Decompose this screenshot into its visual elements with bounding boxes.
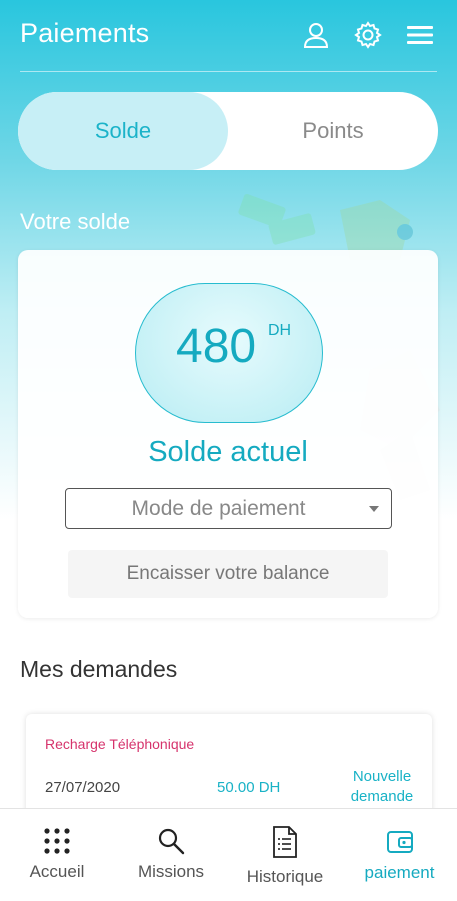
balance-label: Solde actuel: [148, 436, 308, 468]
header-divider: [20, 71, 437, 72]
grid-icon: [44, 828, 70, 854]
balance-currency: DH: [268, 322, 292, 339]
request-amount: 50.00 DH: [217, 779, 281, 796]
payment-mode-select[interactable]: Mode de paiement: [65, 488, 392, 529]
nav-item-historique[interactable]: Historique: [228, 809, 342, 901]
document-icon: [273, 826, 297, 858]
nav-item-paiement[interactable]: paiement: [342, 809, 457, 901]
nav-item-missions[interactable]: Missions: [114, 809, 228, 901]
search-icon: [158, 828, 185, 855]
nav-label-historique: Historique: [246, 867, 324, 886]
tab-points[interactable]: Points: [228, 92, 438, 170]
balance-section-title: Votre solde: [20, 209, 131, 234]
tab-solde[interactable]: Solde: [18, 92, 228, 170]
payment-mode-placeholder: Mode de paiement: [131, 497, 306, 520]
balance-card: 480 DH Solde actuel Mode de paiement Enc…: [18, 250, 438, 618]
request-status: Nouvelle demande: [336, 767, 428, 807]
nav-label-accueil: Accueil: [29, 862, 85, 881]
request-type: Recharge Téléphonique: [45, 736, 195, 752]
top-app-bar: Paiements: [0, 0, 457, 72]
wallet-icon: [387, 831, 413, 853]
gear-icon[interactable]: [353, 20, 383, 50]
bottom-navigation: Accueil Missions Historique paiement: [0, 808, 457, 901]
balance-amount: 480: [176, 320, 257, 373]
nav-label-paiement: paiement: [364, 863, 435, 882]
balance-circle: 480 DH: [135, 283, 323, 423]
nav-item-accueil[interactable]: Accueil: [0, 809, 114, 901]
user-icon[interactable]: [301, 20, 331, 50]
menu-icon[interactable]: [405, 20, 435, 50]
requests-section-title: Mes demandes: [20, 656, 178, 682]
request-status-line2: demande: [350, 788, 414, 805]
page-title: Paiements: [20, 18, 150, 48]
request-date: 27/07/2020: [45, 779, 121, 796]
dropdown-arrow-icon: [369, 506, 379, 512]
cash-out-button[interactable]: Encaisser votre balance: [68, 550, 388, 598]
balance-points-toggle: Solde Points: [18, 92, 438, 170]
request-status-line1: Nouvelle: [352, 768, 412, 785]
nav-label-missions: Missions: [137, 862, 205, 881]
